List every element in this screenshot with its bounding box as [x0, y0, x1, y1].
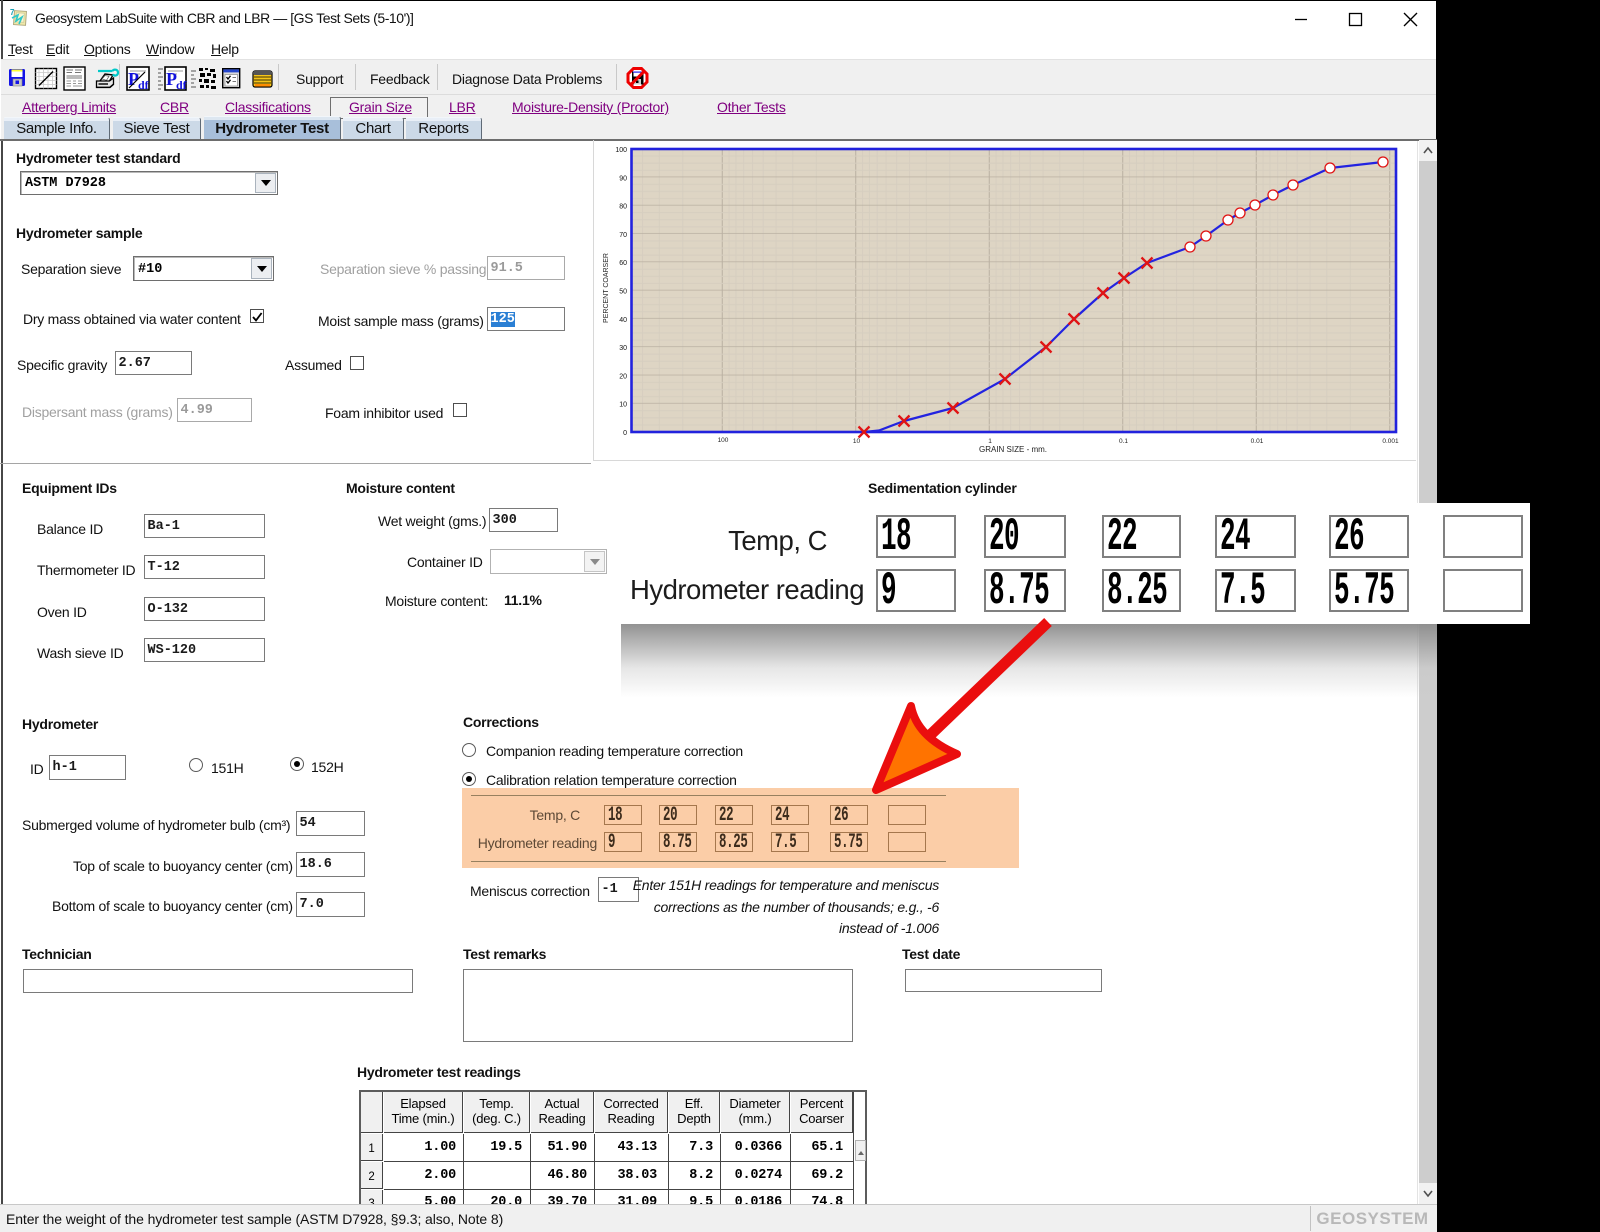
svg-text:10: 10 [853, 438, 861, 445]
svg-text:0.01: 0.01 [1251, 438, 1264, 445]
svg-text:PERCENT COARSER: PERCENT COARSER [603, 253, 610, 323]
svg-text:10: 10 [619, 402, 627, 409]
svg-text:1: 1 [988, 438, 992, 445]
svg-text:90: 90 [619, 175, 627, 182]
svg-text:GRAIN SIZE - mm.: GRAIN SIZE - mm. [979, 445, 1047, 454]
svg-text:40: 40 [619, 317, 627, 324]
svg-text:60: 60 [619, 260, 627, 267]
svg-text:100: 100 [718, 437, 729, 444]
svg-text:20: 20 [619, 373, 627, 380]
svg-text:0.001: 0.001 [1382, 438, 1399, 445]
svg-text:0.1: 0.1 [1119, 438, 1128, 445]
svg-text:50: 50 [619, 289, 627, 296]
svg-text:70: 70 [619, 232, 627, 239]
svg-text:df: df [138, 78, 150, 92]
svg-text:0: 0 [623, 430, 627, 437]
svg-text:30: 30 [619, 345, 627, 352]
svg-text:100: 100 [615, 147, 627, 154]
svg-text:df: df [176, 78, 188, 92]
svg-text:80: 80 [619, 204, 627, 211]
